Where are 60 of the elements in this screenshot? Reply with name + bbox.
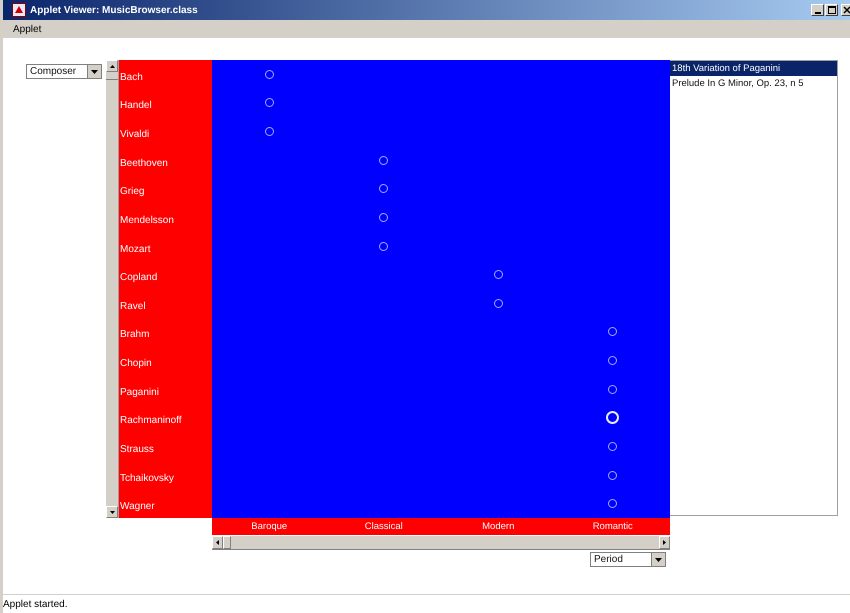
period-label[interactable]: Modern bbox=[482, 521, 514, 532]
period-label[interactable]: Classical bbox=[364, 521, 403, 532]
app-icon bbox=[12, 3, 26, 17]
period-label[interactable]: Romantic bbox=[592, 521, 633, 532]
composer-dropdown[interactable]: Composer bbox=[26, 64, 102, 79]
data-point[interactable] bbox=[379, 156, 388, 165]
composer-label[interactable]: Rachmaninoff bbox=[119, 404, 212, 432]
composer-label[interactable]: Beethoven bbox=[119, 146, 212, 174]
data-point[interactable] bbox=[264, 70, 274, 79]
composer-label[interactable]: Brahm bbox=[119, 318, 212, 346]
data-point[interactable] bbox=[264, 127, 274, 136]
data-point[interactable] bbox=[608, 356, 618, 366]
dropdown-arrow-icon bbox=[655, 558, 662, 562]
composer-label[interactable]: Ravel bbox=[119, 289, 212, 318]
data-point[interactable] bbox=[608, 499, 618, 508]
composer-label[interactable]: Bach bbox=[119, 60, 212, 89]
composer-label[interactable]: Chopin bbox=[119, 346, 212, 375]
composer-label[interactable]: Grieg bbox=[119, 174, 212, 204]
vertical-scrollbar[interactable] bbox=[106, 60, 119, 518]
composer-label[interactable]: Vivaldi bbox=[119, 117, 212, 146]
horizontal-scrollbar[interactable] bbox=[212, 536, 670, 550]
minimize-button[interactable] bbox=[811, 4, 824, 16]
data-point[interactable] bbox=[608, 442, 618, 451]
scroll-up-button[interactable] bbox=[106, 60, 118, 72]
composer-label[interactable]: Handel bbox=[119, 88, 212, 118]
down-arrow-icon bbox=[110, 510, 114, 514]
data-point[interactable] bbox=[608, 327, 618, 336]
data-point[interactable] bbox=[494, 270, 503, 280]
menu-item[interactable]: Applet bbox=[13, 24, 42, 34]
composer-label[interactable]: Tchaikovsky bbox=[119, 460, 212, 490]
data-point[interactable] bbox=[608, 470, 618, 480]
close-button[interactable] bbox=[841, 4, 850, 16]
up-arrow-icon bbox=[110, 64, 114, 68]
period-label[interactable]: Baroque bbox=[251, 521, 288, 532]
data-point[interactable] bbox=[264, 98, 274, 108]
composer-label[interactable]: Mendelsson bbox=[119, 203, 212, 232]
scroll-left-button[interactable] bbox=[212, 536, 223, 549]
close-icon bbox=[842, 6, 850, 14]
composer-label[interactable]: Wagner bbox=[119, 489, 212, 518]
scroll-down-button[interactable] bbox=[106, 506, 118, 518]
period-dropdown[interactable]: Period bbox=[590, 552, 666, 567]
dropdown-arrow-icon bbox=[91, 70, 98, 74]
composer-label[interactable]: Strauss bbox=[119, 432, 212, 461]
data-point[interactable] bbox=[379, 212, 388, 222]
scroll-right-button[interactable] bbox=[659, 536, 670, 549]
left-arrow-icon bbox=[216, 540, 219, 545]
composer-label[interactable]: Mozart bbox=[119, 232, 212, 260]
data-point[interactable] bbox=[608, 384, 618, 394]
data-point[interactable] bbox=[494, 298, 503, 308]
composer-label[interactable]: Copland bbox=[119, 260, 212, 289]
maximize-icon bbox=[828, 6, 836, 14]
data-point[interactable] bbox=[379, 242, 388, 251]
list-item[interactable]: Prelude In G Minor, Op. 23, n 5 bbox=[670, 76, 837, 91]
list-item[interactable]: 18th Variation of Paganini bbox=[670, 61, 837, 76]
composer-label[interactable]: Paganini bbox=[119, 374, 212, 404]
maximize-button[interactable] bbox=[825, 4, 838, 16]
window-title: Applet Viewer: MusicBrowser.class bbox=[30, 4, 198, 16]
data-point[interactable] bbox=[379, 184, 388, 194]
status-bar: Applet started. bbox=[3, 594, 850, 613]
right-arrow-icon bbox=[663, 540, 666, 545]
